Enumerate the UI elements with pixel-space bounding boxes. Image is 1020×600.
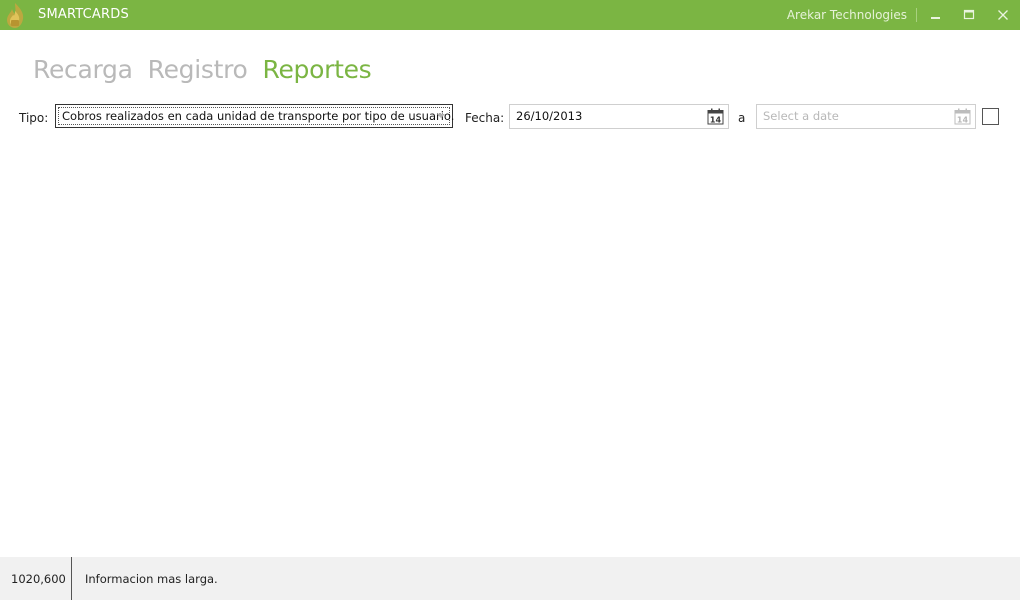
report-type-selected: Cobros realizados en cada unidad de tran…	[62, 109, 455, 123]
title-divider	[916, 8, 917, 22]
window-size-text: 1020,600	[11, 572, 66, 586]
date-from-picker[interactable]: 14	[509, 104, 729, 129]
minimize-icon	[930, 9, 942, 21]
status-bar: 1020,600 Informacion mas larga.	[0, 557, 1020, 600]
title-bar[interactable]: SMARTCARDS Arekar Technologies	[0, 0, 1020, 30]
main-nav: Recarga Registro Reportes	[33, 55, 372, 91]
app-window: SMARTCARDS Arekar Technologies Recarga R…	[0, 0, 1020, 600]
tab-reportes[interactable]: Reportes	[263, 55, 372, 84]
app-title: SMARTCARDS	[38, 7, 129, 22]
app-logo-icon	[4, 2, 26, 29]
close-icon	[997, 9, 1009, 21]
close-button[interactable]	[987, 0, 1019, 30]
status-message: Informacion mas larga.	[85, 572, 218, 586]
maximize-button[interactable]	[953, 0, 985, 30]
minimize-button[interactable]	[920, 0, 952, 30]
calendar-icon[interactable]: 14	[707, 108, 725, 125]
chevron-down-icon	[437, 114, 445, 118]
company-name: Arekar Technologies	[786, 8, 907, 22]
tab-registro[interactable]: Registro	[148, 55, 248, 84]
range-separator: a	[738, 111, 746, 125]
status-divider	[71, 557, 72, 600]
date-from-input[interactable]	[516, 109, 696, 123]
fecha-label: Fecha:	[465, 111, 505, 125]
date-range-checkbox[interactable]	[982, 108, 999, 125]
report-type-select[interactable]: Cobros realizados en cada unidad de tran…	[55, 104, 455, 128]
calendar-day-text: 14	[957, 116, 969, 125]
date-to-input[interactable]	[763, 109, 943, 123]
tab-recarga[interactable]: Recarga	[33, 55, 133, 84]
date-to-picker[interactable]: 14	[756, 104, 976, 129]
maximize-icon	[963, 9, 975, 21]
tipo-label: Tipo:	[19, 111, 49, 125]
calendar-day-text: 14	[710, 116, 722, 125]
calendar-icon[interactable]: 14	[954, 108, 972, 125]
